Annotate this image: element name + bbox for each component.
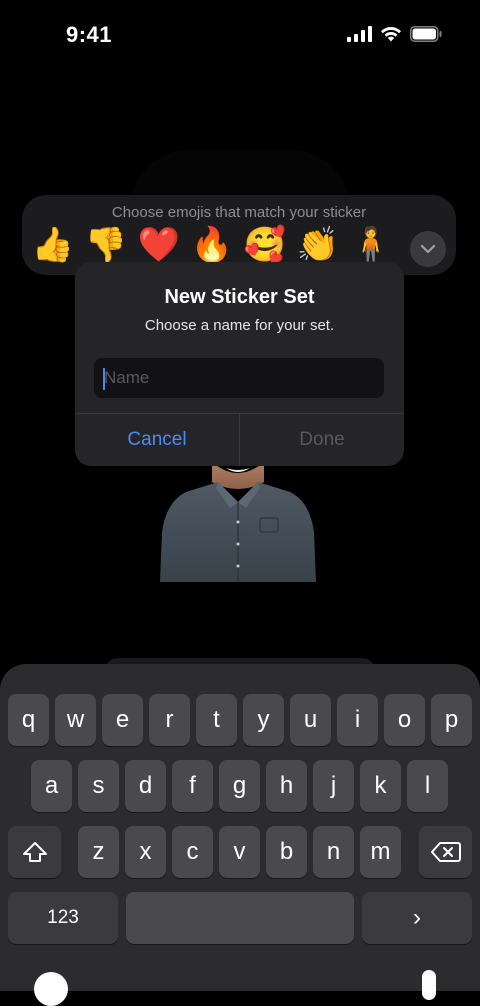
emoji-row: 👍 👎 ❤️ 🔥 🥰 👏 🧍 bbox=[30, 225, 394, 265]
expand-emoji-button[interactable] bbox=[410, 231, 446, 267]
status-time: 9:41 bbox=[66, 22, 113, 47]
key-f[interactable]: f bbox=[172, 760, 213, 812]
key-g[interactable]: g bbox=[219, 760, 260, 812]
cellular-signal-icon bbox=[347, 26, 372, 42]
key-m[interactable]: m bbox=[360, 826, 401, 878]
key-h[interactable]: h bbox=[266, 760, 307, 812]
key-u[interactable]: u bbox=[290, 694, 331, 746]
numbers-key[interactable]: 123 bbox=[8, 892, 118, 944]
key-x[interactable]: x bbox=[125, 826, 166, 878]
key-e[interactable]: e bbox=[102, 694, 143, 746]
chevron-down-icon bbox=[420, 244, 436, 254]
key-n[interactable]: n bbox=[313, 826, 354, 878]
text-cursor bbox=[103, 368, 105, 390]
clapping-hands-emoji[interactable]: 👏 bbox=[295, 225, 341, 265]
key-v[interactable]: v bbox=[219, 826, 260, 878]
backspace-icon bbox=[430, 842, 461, 862]
red-heart-emoji[interactable]: ❤️ bbox=[136, 225, 182, 265]
key-w[interactable]: w bbox=[55, 694, 96, 746]
emoji-keyboard-icon[interactable] bbox=[34, 972, 68, 1006]
delete-key[interactable] bbox=[419, 826, 472, 878]
fire-emoji[interactable]: 🔥 bbox=[189, 225, 235, 265]
standing-person-emoji[interactable]: 🧍 bbox=[348, 225, 394, 265]
thumbs-down-emoji[interactable]: 👎 bbox=[83, 225, 129, 265]
key-p[interactable]: p bbox=[431, 694, 472, 746]
thumbs-up-emoji[interactable]: 👍 bbox=[30, 225, 76, 265]
key-c[interactable]: c bbox=[172, 826, 213, 878]
new-sticker-set-dialog: New Sticker Set Choose a name for your s… bbox=[75, 262, 404, 466]
space-key[interactable] bbox=[126, 892, 354, 944]
set-name-input[interactable] bbox=[94, 358, 384, 398]
key-t[interactable]: t bbox=[196, 694, 237, 746]
status-bar: 9:41 bbox=[0, 0, 480, 70]
cancel-button[interactable]: Cancel bbox=[75, 413, 239, 466]
shift-arrow-icon bbox=[22, 842, 47, 862]
key-k[interactable]: k bbox=[360, 760, 401, 812]
key-i[interactable]: i bbox=[337, 694, 378, 746]
keyboard: q w e r t y u i o p a s d f g h j k l z … bbox=[0, 664, 480, 991]
key-z[interactable]: z bbox=[78, 826, 119, 878]
key-b[interactable]: b bbox=[266, 826, 307, 878]
sticker-preview-image bbox=[160, 462, 316, 582]
key-r[interactable]: r bbox=[149, 694, 190, 746]
key-s[interactable]: s bbox=[78, 760, 119, 812]
key-a[interactable]: a bbox=[31, 760, 72, 812]
status-icons bbox=[347, 26, 442, 42]
key-y[interactable]: y bbox=[243, 694, 284, 746]
key-d[interactable]: d bbox=[125, 760, 166, 812]
battery-icon bbox=[410, 26, 442, 42]
smiling-hearts-emoji[interactable]: 🥰 bbox=[242, 225, 288, 265]
emoji-picker-hint: Choose emojis that match your sticker bbox=[111, 204, 367, 221]
key-l[interactable]: l bbox=[407, 760, 448, 812]
done-button[interactable]: Done bbox=[240, 413, 404, 466]
shift-key[interactable] bbox=[8, 826, 61, 878]
microphone-icon[interactable] bbox=[422, 970, 436, 1000]
key-o[interactable]: o bbox=[384, 694, 425, 746]
key-j[interactable]: j bbox=[313, 760, 354, 812]
dialog-title: New Sticker Set bbox=[164, 286, 315, 308]
wifi-icon bbox=[380, 26, 402, 42]
return-key[interactable]: › bbox=[362, 892, 472, 944]
dialog-subtitle: Choose a name for your set. bbox=[144, 317, 335, 334]
key-q[interactable]: q bbox=[8, 694, 49, 746]
